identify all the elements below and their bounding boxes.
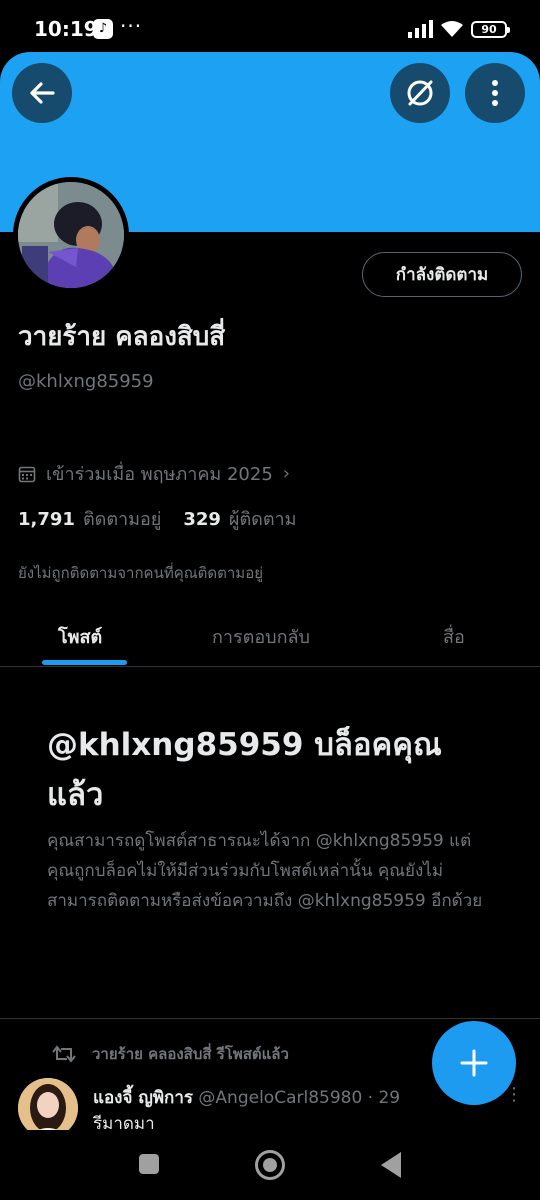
following-stat[interactable]: 1,791 ติดตามอยู่ — [18, 504, 161, 533]
blocked-description: คุณสามารถดูโพสต์สาธารณะได้จาก @khlxng859… — [47, 831, 483, 911]
grok-icon — [407, 80, 433, 106]
tweet-author-avatar[interactable] — [18, 1078, 78, 1138]
profile-avatar[interactable] — [13, 177, 129, 293]
avatar-photo — [18, 182, 124, 288]
follow-stats: 1,791 ติดตามอยู่ 329 ผู้ติดตาม — [18, 504, 319, 533]
plus-icon — [460, 1049, 488, 1077]
vertical-dots-icon — [492, 80, 498, 106]
back-nav-button[interactable] — [381, 1152, 401, 1178]
tab-replies[interactable]: การตอบกลับ — [212, 622, 310, 651]
tweet-author-name[interactable]: แองจี้ ญพิการ — [93, 1088, 193, 1108]
joined-date-row[interactable]: เข้าร่วมเมื่อ พฤษภาคม 2025 › — [18, 459, 290, 488]
system-nav-bar — [0, 1130, 540, 1200]
followers-count: 329 — [183, 509, 221, 530]
following-count: 1,791 — [18, 509, 75, 530]
back-button[interactable] — [12, 63, 72, 123]
tab-posts[interactable]: โพสต์ — [58, 622, 102, 651]
active-tab-indicator — [42, 660, 127, 665]
tweet-author-handle: @AngeloCarl85980 · 29 — [198, 1088, 401, 1108]
more-notifications-icon: ··· — [120, 14, 143, 38]
calendar-icon — [18, 466, 36, 482]
repost-label: วายร้าย คลองสิบสี่ รีโพสต์แล้ว — [92, 1045, 289, 1063]
more-options-button[interactable] — [465, 63, 525, 123]
joined-date-text: เข้าร่วมเมื่อ พฤษภาคม 2025 — [46, 464, 273, 485]
chevron-right-icon: › — [282, 463, 290, 484]
profile-display-name: วายร้าย คลองสิบสี่ — [18, 322, 226, 352]
tiktok-notification-icon: ♪ — [93, 19, 113, 39]
repost-indicator: วายร้าย คลองสิบสี่ รีโพสต์แล้ว — [52, 1042, 289, 1066]
repost-icon — [52, 1045, 76, 1063]
compose-button[interactable] — [432, 1021, 516, 1105]
signal-icon — [408, 20, 433, 38]
profile-tabs: โพสต์ การตอบกลับ สื่อ — [0, 600, 540, 667]
home-button[interactable] — [255, 1150, 285, 1180]
following-button[interactable]: กำลังติดตาม — [362, 252, 522, 297]
following-label: ติดตามอยู่ — [82, 509, 162, 530]
divider — [0, 1018, 540, 1019]
recents-button[interactable] — [139, 1154, 159, 1174]
blocked-title: @khlxng85959 บล็อคคุณแล้ว — [47, 727, 442, 813]
tab-media[interactable]: สื่อ — [443, 622, 465, 651]
followers-stat[interactable]: 329 ผู้ติดตาม — [183, 504, 296, 533]
status-time: 10:19 — [34, 17, 98, 41]
grok-button[interactable] — [390, 63, 450, 123]
not-followed-note: ยังไม่ถูกติดตามจากคนที่คุณติดตามอยู่ — [18, 564, 263, 582]
status-bar: 10:19 ♪ ··· 90 — [0, 0, 540, 52]
followers-label: ผู้ติดตาม — [228, 509, 297, 530]
battery-icon: 90 — [471, 21, 510, 38]
arrow-left-icon — [30, 82, 55, 104]
profile-handle: @khlxng85959 — [18, 371, 154, 392]
wifi-icon — [441, 21, 463, 37]
